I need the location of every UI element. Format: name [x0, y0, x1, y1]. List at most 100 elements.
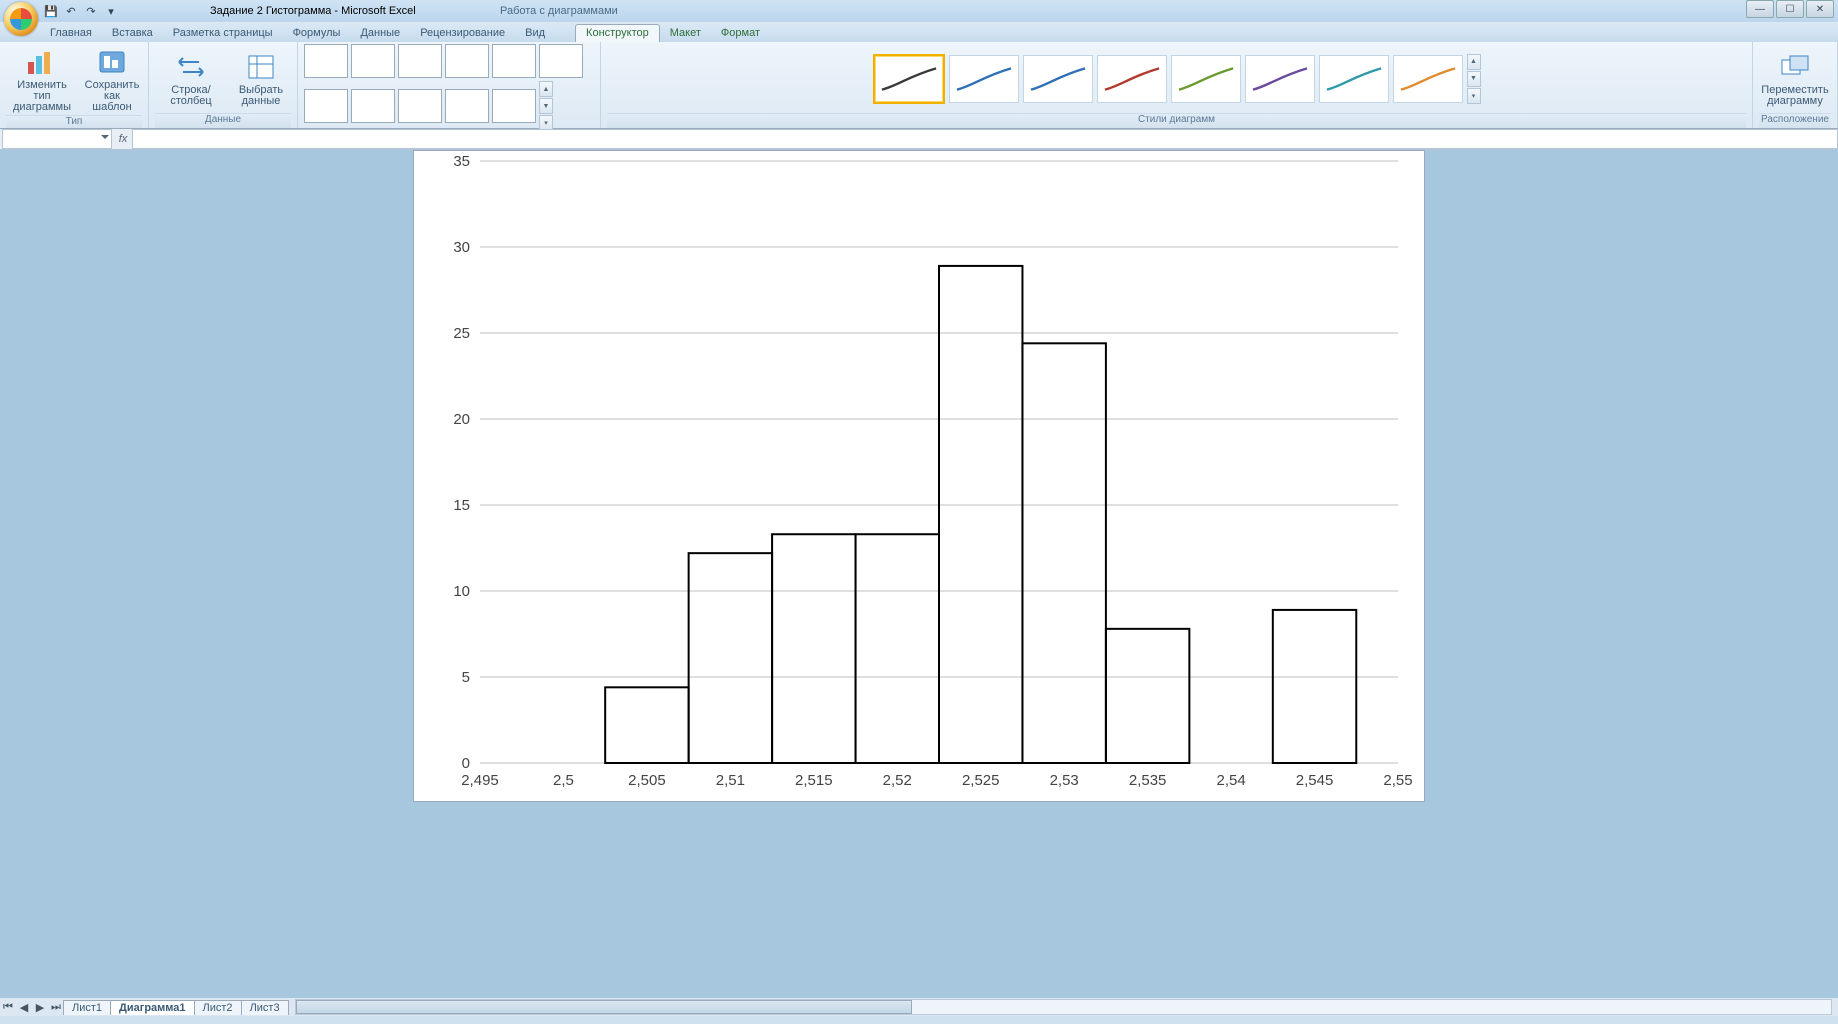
tab-review[interactable]: Рецензирование — [410, 25, 515, 42]
close-button[interactable]: ✕ — [1806, 0, 1834, 18]
minimize-button[interactable]: — — [1746, 0, 1774, 18]
horizontal-scrollbar[interactable] — [295, 999, 1832, 1015]
save-template-button[interactable]: Сохранить как шаблон — [82, 44, 142, 115]
tab-view[interactable]: Вид — [515, 25, 555, 42]
group-styles: ▲▼▾ Стили диаграмм — [601, 42, 1753, 128]
layout-thumb-11[interactable] — [492, 89, 536, 123]
svg-text:2,515: 2,515 — [795, 772, 833, 789]
sheet-tab-list1[interactable]: Лист1 — [63, 1000, 111, 1015]
select-data-button[interactable]: Выбрать данные — [231, 49, 291, 109]
quick-access-toolbar: 💾 ↶ ↷ ▾ — [42, 0, 120, 22]
svg-text:2,525: 2,525 — [962, 772, 1000, 789]
change-chart-type-label: Изменить тип диаграммы — [8, 80, 76, 113]
sheet-nav-first-icon[interactable]: ⏮ — [0, 999, 16, 1015]
formula-bar: fx — [0, 129, 1838, 150]
svg-text:2,535: 2,535 — [1129, 772, 1167, 789]
svg-text:20: 20 — [453, 411, 470, 428]
svg-text:15: 15 — [453, 497, 470, 514]
qat-more-icon[interactable]: ▾ — [102, 2, 120, 20]
layout-thumb-10[interactable] — [445, 89, 489, 123]
svg-text:5: 5 — [462, 669, 470, 686]
svg-text:2,54: 2,54 — [1216, 772, 1245, 789]
chart-type-icon — [26, 46, 58, 78]
name-box[interactable] — [2, 129, 112, 149]
svg-text:2,495: 2,495 — [461, 772, 499, 789]
layout-thumb-5[interactable] — [492, 44, 536, 78]
window-title: Задание 2 Гистограмма - Microsoft Excel — [210, 5, 416, 17]
chart-style-6[interactable] — [1245, 55, 1315, 103]
layout-thumb-2[interactable] — [351, 44, 395, 78]
switch-row-col-label: Строка/столбец — [157, 85, 225, 107]
layout-thumb-1[interactable] — [304, 44, 348, 78]
group-layouts: ▲▼▾ Макеты диаграмм — [298, 42, 601, 128]
status-bar — [0, 1016, 1838, 1024]
layouts-scroll[interactable]: ▲▼▾ — [539, 81, 553, 131]
group-type-label: Тип — [6, 115, 142, 128]
sheet-tab-bar: ⏮ ◀ ▶ ⏭ Лист1 Диаграмма1 Лист2 Лист3 — [0, 998, 1838, 1016]
sheet-nav-prev-icon[interactable]: ◀ — [16, 999, 32, 1015]
tab-format[interactable]: Формат — [711, 25, 770, 42]
tab-page-layout[interactable]: Разметка страницы — [163, 25, 283, 42]
group-data: Строка/столбец Выбрать данные Данные — [149, 42, 298, 128]
layout-thumb-4[interactable] — [445, 44, 489, 78]
layout-thumb-6[interactable] — [539, 44, 583, 78]
save-template-icon — [96, 46, 128, 78]
undo-icon[interactable]: ↶ — [62, 2, 80, 20]
svg-text:2,545: 2,545 — [1296, 772, 1334, 789]
chart-object[interactable]: 051015202530352,4952,52,5052,512,5152,52… — [413, 150, 1425, 802]
svg-text:35: 35 — [453, 153, 470, 170]
office-button[interactable] — [4, 2, 38, 36]
formula-input[interactable] — [132, 129, 1838, 149]
ribbon-tabs: Главная Вставка Разметка страницы Формул… — [0, 22, 1838, 42]
svg-text:2,5: 2,5 — [553, 772, 574, 789]
select-data-label: Выбрать данные — [233, 85, 289, 107]
worksheet-area: 051015202530352,4952,52,5052,512,5152,52… — [0, 150, 1838, 998]
svg-text:30: 30 — [453, 239, 470, 256]
change-chart-type-button[interactable]: Изменить тип диаграммы — [6, 44, 78, 115]
save-icon[interactable]: 💾 — [42, 2, 60, 20]
title-bar: 💾 ↶ ↷ ▾ Задание 2 Гистограмма - Microsof… — [0, 0, 1838, 22]
tab-design[interactable]: Конструктор — [575, 24, 660, 42]
layout-thumb-9[interactable] — [398, 89, 442, 123]
tab-data[interactable]: Данные — [350, 25, 410, 42]
chart-style-3[interactable] — [1023, 55, 1093, 103]
tab-home[interactable]: Главная — [40, 25, 102, 42]
svg-text:0: 0 — [462, 755, 470, 772]
sheet-nav-last-icon[interactable]: ⏭ — [48, 999, 64, 1015]
window-controls: — ☐ ✕ — [1744, 0, 1834, 18]
sheet-tab-diagram1[interactable]: Диаграмма1 — [110, 1000, 195, 1015]
move-chart-button[interactable]: Переместить диаграмму — [1759, 49, 1831, 109]
switch-row-col-button[interactable]: Строка/столбец — [155, 49, 227, 109]
svg-text:2,55: 2,55 — [1383, 772, 1412, 789]
group-type: Изменить тип диаграммы Сохранить как шаб… — [0, 42, 149, 128]
move-chart-label: Переместить диаграмму — [1761, 85, 1829, 107]
save-template-label: Сохранить как шаблон — [84, 80, 140, 113]
svg-text:2,53: 2,53 — [1050, 772, 1079, 789]
tab-formulas[interactable]: Формулы — [283, 25, 351, 42]
chart-plot: 051015202530352,4952,52,5052,512,5152,52… — [414, 151, 1424, 801]
chart-style-4[interactable] — [1097, 55, 1167, 103]
chart-style-7[interactable] — [1319, 55, 1389, 103]
svg-text:2,505: 2,505 — [628, 772, 666, 789]
tab-insert[interactable]: Вставка — [102, 25, 163, 42]
layout-thumb-3[interactable] — [398, 44, 442, 78]
sheet-tab-list3[interactable]: Лист3 — [241, 1000, 289, 1015]
chart-style-5[interactable] — [1171, 55, 1241, 103]
layout-thumb-7[interactable] — [304, 89, 348, 123]
ribbon: Изменить тип диаграммы Сохранить как шаб… — [0, 42, 1838, 129]
maximize-button[interactable]: ☐ — [1776, 0, 1804, 18]
svg-text:2,51: 2,51 — [716, 772, 745, 789]
group-location: Переместить диаграмму Расположение — [1753, 42, 1838, 128]
move-chart-icon — [1779, 51, 1811, 83]
chart-style-8[interactable] — [1393, 55, 1463, 103]
tab-layout[interactable]: Макет — [660, 25, 711, 42]
chart-style-1[interactable] — [873, 54, 945, 104]
fx-icon[interactable]: fx — [114, 133, 132, 145]
layout-thumb-8[interactable] — [351, 89, 395, 123]
redo-icon[interactable]: ↷ — [82, 2, 100, 20]
sheet-nav-next-icon[interactable]: ▶ — [32, 999, 48, 1015]
styles-scroll[interactable]: ▲▼▾ — [1467, 54, 1481, 104]
sheet-tab-list2[interactable]: Лист2 — [194, 1000, 242, 1015]
chart-style-2[interactable] — [949, 55, 1019, 103]
group-location-label: Расположение — [1759, 113, 1831, 128]
